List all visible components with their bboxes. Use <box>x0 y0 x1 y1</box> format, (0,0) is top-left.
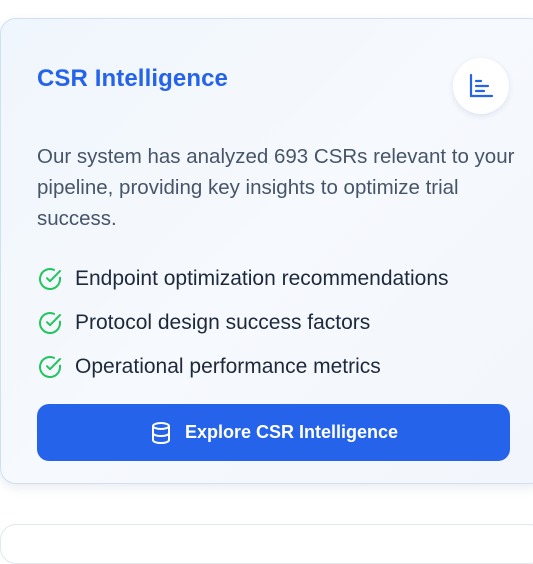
feature-label: Endpoint optimization recommendations <box>75 267 449 290</box>
bar-chart-icon <box>453 58 509 114</box>
check-circle-icon <box>39 312 61 335</box>
feature-item: Operational performance metrics <box>37 345 449 389</box>
feature-label: Operational performance metrics <box>75 355 381 378</box>
card-title: CSR Intelligence <box>37 65 228 92</box>
button-label: Explore CSR Intelligence <box>184 422 399 442</box>
next-card <box>0 524 533 564</box>
feature-list: Endpoint optimization recommendations Pr… <box>37 257 449 389</box>
feature-label: Protocol design success factors <box>75 311 371 334</box>
check-circle-icon <box>39 268 61 291</box>
feature-item: Endpoint optimization recommendations <box>37 257 449 301</box>
database-icon <box>151 421 170 444</box>
explore-csr-intelligence-button[interactable]: Explore CSR Intelligence <box>37 404 510 461</box>
check-circle-icon <box>39 356 61 379</box>
feature-item: Protocol design success factors <box>37 301 449 345</box>
card-description: Our system has analyzed 693 CSRs relevan… <box>37 145 515 230</box>
csr-intelligence-card: CSR Intelligence Our system has analyzed… <box>0 18 533 484</box>
